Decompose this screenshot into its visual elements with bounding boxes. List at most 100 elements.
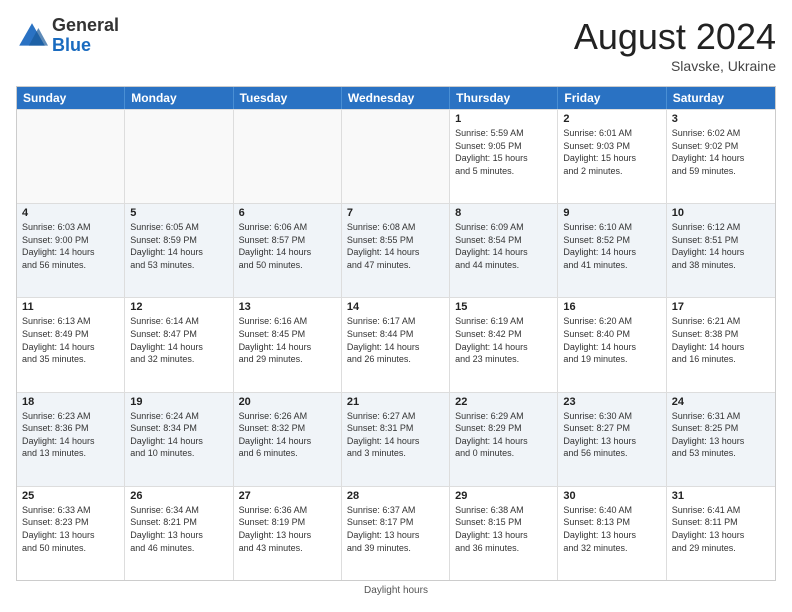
day-info: Sunrise: 6:05 AM Sunset: 8:59 PM Dayligh… <box>130 221 227 271</box>
day-info: Sunrise: 6:10 AM Sunset: 8:52 PM Dayligh… <box>563 221 660 271</box>
calendar-cell: 21 Sunrise: 6:27 AM Sunset: 8:31 PM Dayli… <box>342 393 450 486</box>
calendar-cell: 13Sunrise: 6:16 AM Sunset: 8:45 PM Dayli… <box>234 298 342 391</box>
calendar-cell: 2 Sunrise: 6:01 AM Sunset: 9:03 PM Daylig… <box>558 110 666 203</box>
calendar-cell <box>125 110 233 203</box>
day-info: Sunrise: 6:01 AM Sunset: 9:03 PM Dayligh… <box>563 127 660 177</box>
day-number: 3 <box>672 113 770 125</box>
calendar-cell: 22Sunrise: 6:29 AM Sunset: 8:29 PM Dayli… <box>450 393 558 486</box>
calendar-cell: 10Sunrise: 6:12 AM Sunset: 8:51 PM Dayli… <box>667 204 775 297</box>
day-number: 7 <box>347 207 444 219</box>
calendar-cell: 11 Sunrise: 6:13 AM Sunset: 8:49 PM Dayli… <box>17 298 125 391</box>
calendar-cell: 24 Sunrise: 6:31 AM Sunset: 8:25 PM Dayli… <box>667 393 775 486</box>
header-day-monday: Monday <box>125 87 233 109</box>
day-info: Sunrise: 6:27 AM Sunset: 8:31 PM Dayligh… <box>347 410 444 460</box>
calendar-body: 1 Sunrise: 5:59 AM Sunset: 9:05 PM Daylig… <box>17 109 775 580</box>
calendar-cell: 15 Sunrise: 6:19 AM Sunset: 8:42 PM Dayli… <box>450 298 558 391</box>
logo-blue: Blue <box>52 36 119 56</box>
day-info: Sunrise: 6:24 AM Sunset: 8:34 PM Dayligh… <box>130 410 227 460</box>
calendar-cell: 6Sunrise: 6:06 AM Sunset: 8:57 PM Daylig… <box>234 204 342 297</box>
day-number: 23 <box>563 396 660 408</box>
day-info: Sunrise: 6:41 AM Sunset: 8:11 PM Dayligh… <box>672 504 770 554</box>
day-info: Sunrise: 6:08 AM Sunset: 8:55 PM Dayligh… <box>347 221 444 271</box>
day-number: 17 <box>672 301 770 313</box>
header-day-saturday: Saturday <box>667 87 775 109</box>
calendar-cell: 20 Sunrise: 6:26 AM Sunset: 8:32 PM Dayli… <box>234 393 342 486</box>
day-number: 27 <box>239 490 336 502</box>
calendar-row-1: 1 Sunrise: 5:59 AM Sunset: 9:05 PM Daylig… <box>17 109 775 203</box>
calendar-cell: 26Sunrise: 6:34 AM Sunset: 8:21 PM Dayli… <box>125 487 233 580</box>
day-number: 6 <box>239 207 336 219</box>
day-number: 10 <box>672 207 770 219</box>
day-number: 20 <box>239 396 336 408</box>
calendar-cell: 8 Sunrise: 6:09 AM Sunset: 8:54 PM Daylig… <box>450 204 558 297</box>
day-info: Sunrise: 6:17 AM Sunset: 8:44 PM Dayligh… <box>347 315 444 365</box>
header-day-wednesday: Wednesday <box>342 87 450 109</box>
header-day-thursday: Thursday <box>450 87 558 109</box>
day-number: 1 <box>455 113 552 125</box>
calendar-cell <box>17 110 125 203</box>
calendar-cell: 18Sunrise: 6:23 AM Sunset: 8:36 PM Dayli… <box>17 393 125 486</box>
day-info: Sunrise: 6:21 AM Sunset: 8:38 PM Dayligh… <box>672 315 770 365</box>
day-info: Sunrise: 6:14 AM Sunset: 8:47 PM Dayligh… <box>130 315 227 365</box>
day-info: Sunrise: 6:36 AM Sunset: 8:19 PM Dayligh… <box>239 504 336 554</box>
calendar-cell: 30Sunrise: 6:40 AM Sunset: 8:13 PM Dayli… <box>558 487 666 580</box>
day-info: Sunrise: 5:59 AM Sunset: 9:05 PM Dayligh… <box>455 127 552 177</box>
day-info: Sunrise: 6:19 AM Sunset: 8:42 PM Dayligh… <box>455 315 552 365</box>
calendar-cell: 25 Sunrise: 6:33 AM Sunset: 8:23 PM Dayli… <box>17 487 125 580</box>
day-number: 11 <box>22 301 119 313</box>
header-day-friday: Friday <box>558 87 666 109</box>
day-info: Sunrise: 6:09 AM Sunset: 8:54 PM Dayligh… <box>455 221 552 271</box>
day-info: Sunrise: 6:33 AM Sunset: 8:23 PM Dayligh… <box>22 504 119 554</box>
day-number: 25 <box>22 490 119 502</box>
day-info: Sunrise: 6:31 AM Sunset: 8:25 PM Dayligh… <box>672 410 770 460</box>
day-number: 30 <box>563 490 660 502</box>
calendar-cell <box>342 110 450 203</box>
day-number: 29 <box>455 490 552 502</box>
day-number: 19 <box>130 396 227 408</box>
logo: General Blue <box>16 16 119 56</box>
page: General Blue August 2024 Slavske, Ukrain… <box>0 0 792 612</box>
day-number: 4 <box>22 207 119 219</box>
header-day-sunday: Sunday <box>17 87 125 109</box>
day-info: Sunrise: 6:37 AM Sunset: 8:17 PM Dayligh… <box>347 504 444 554</box>
calendar-row-2: 4 Sunrise: 6:03 AM Sunset: 9:00 PM Daylig… <box>17 203 775 297</box>
day-number: 13 <box>239 301 336 313</box>
calendar-cell: 9Sunrise: 6:10 AM Sunset: 8:52 PM Daylig… <box>558 204 666 297</box>
calendar-cell: 17 Sunrise: 6:21 AM Sunset: 8:38 PM Dayli… <box>667 298 775 391</box>
day-number: 16 <box>563 301 660 313</box>
day-number: 31 <box>672 490 770 502</box>
header: General Blue August 2024 Slavske, Ukrain… <box>16 16 776 74</box>
footer-note: Daylight hours <box>16 585 776 596</box>
day-number: 15 <box>455 301 552 313</box>
calendar-cell: 5Sunrise: 6:05 AM Sunset: 8:59 PM Daylig… <box>125 204 233 297</box>
day-info: Sunrise: 6:23 AM Sunset: 8:36 PM Dayligh… <box>22 410 119 460</box>
title-block: August 2024 Slavske, Ukraine <box>574 16 776 74</box>
day-info: Sunrise: 6:26 AM Sunset: 8:32 PM Dayligh… <box>239 410 336 460</box>
month-title: August 2024 <box>574 16 776 58</box>
calendar-cell: 7 Sunrise: 6:08 AM Sunset: 8:55 PM Daylig… <box>342 204 450 297</box>
calendar-cell: 1 Sunrise: 5:59 AM Sunset: 9:05 PM Daylig… <box>450 110 558 203</box>
day-info: Sunrise: 6:03 AM Sunset: 9:00 PM Dayligh… <box>22 221 119 271</box>
day-info: Sunrise: 6:20 AM Sunset: 8:40 PM Dayligh… <box>563 315 660 365</box>
day-info: Sunrise: 6:02 AM Sunset: 9:02 PM Dayligh… <box>672 127 770 177</box>
calendar-header: SundayMondayTuesdayWednesdayThursdayFrid… <box>17 87 775 109</box>
day-info: Sunrise: 6:13 AM Sunset: 8:49 PM Dayligh… <box>22 315 119 365</box>
calendar-cell: 28Sunrise: 6:37 AM Sunset: 8:17 PM Dayli… <box>342 487 450 580</box>
calendar-cell: 12Sunrise: 6:14 AM Sunset: 8:47 PM Dayli… <box>125 298 233 391</box>
calendar-cell: 16 Sunrise: 6:20 AM Sunset: 8:40 PM Dayli… <box>558 298 666 391</box>
day-number: 2 <box>563 113 660 125</box>
calendar-cell <box>234 110 342 203</box>
day-number: 8 <box>455 207 552 219</box>
calendar-cell: 27 Sunrise: 6:36 AM Sunset: 8:19 PM Dayli… <box>234 487 342 580</box>
calendar-cell: 29Sunrise: 6:38 AM Sunset: 8:15 PM Dayli… <box>450 487 558 580</box>
calendar-row-4: 18Sunrise: 6:23 AM Sunset: 8:36 PM Dayli… <box>17 392 775 486</box>
calendar-cell: 31 Sunrise: 6:41 AM Sunset: 8:11 PM Dayli… <box>667 487 775 580</box>
day-number: 21 <box>347 396 444 408</box>
calendar-cell: 23Sunrise: 6:30 AM Sunset: 8:27 PM Dayli… <box>558 393 666 486</box>
header-day-tuesday: Tuesday <box>234 87 342 109</box>
logo-general: General <box>52 16 119 36</box>
location-subtitle: Slavske, Ukraine <box>574 58 776 74</box>
calendar-cell: 3 Sunrise: 6:02 AM Sunset: 9:02 PM Daylig… <box>667 110 775 203</box>
day-number: 24 <box>672 396 770 408</box>
logo-text: General Blue <box>52 16 119 56</box>
